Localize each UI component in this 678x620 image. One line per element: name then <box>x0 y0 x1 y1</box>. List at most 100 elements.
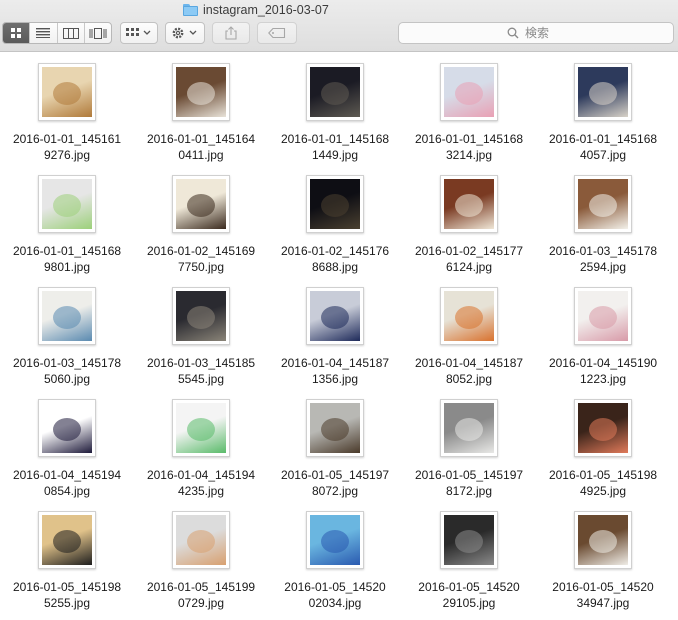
coverflow-view-button[interactable] <box>85 23 111 43</box>
file-name: 2016-01-04_145194 4235.jpg <box>134 467 268 499</box>
thumbnail-photo <box>310 403 360 453</box>
file-name-line-2: 1449.jpg <box>311 148 359 162</box>
image-thumbnail <box>38 399 96 457</box>
file-name-line-1: 2016-01-01_145168 <box>280 132 390 146</box>
file-name-line-2: 4235.jpg <box>177 484 225 498</box>
file-item[interactable]: 2016-01-02_145169 7750.jpg <box>134 166 268 278</box>
file-name: 2016-01-05_14520 02034.jpg <box>268 579 402 611</box>
file-name-line-2: 4057.jpg <box>579 148 627 162</box>
edit-tags-button[interactable] <box>257 22 297 44</box>
file-name-line-1: 2016-01-01_145168 <box>12 244 122 258</box>
image-thumbnail <box>172 175 230 233</box>
finder-toolbar: instagram_2016-03-07 <box>0 0 678 52</box>
file-item[interactable]: 2016-01-05_145198 4925.jpg <box>536 390 670 502</box>
file-item[interactable]: 2016-01-03_145185 5545.jpg <box>134 278 268 390</box>
thumbnail-photo <box>310 179 360 229</box>
thumbnail-photo <box>578 291 628 341</box>
thumbnail-photo <box>176 67 226 117</box>
file-name-line-1: 2016-01-04_145194 <box>146 468 256 482</box>
file-name-line-1: 2016-01-05_14520 <box>552 580 654 594</box>
file-name: 2016-01-05_14520 34947.jpg <box>536 579 670 611</box>
file-item[interactable]: 2016-01-01_145168 9801.jpg <box>0 166 134 278</box>
file-item[interactable]: 2016-01-01_145168 1449.jpg <box>268 54 402 166</box>
action-menu-button[interactable] <box>165 22 205 44</box>
file-name: 2016-01-02_145176 8688.jpg <box>268 243 402 275</box>
file-item[interactable]: 2016-01-01_145168 4057.jpg <box>536 54 670 166</box>
file-item[interactable]: 2016-01-01_145164 0411.jpg <box>134 54 268 166</box>
file-name-line-1: 2016-01-05_145198 <box>12 580 122 594</box>
file-item[interactable]: 2016-01-04_145190 1223.jpg <box>536 278 670 390</box>
file-name: 2016-01-02_145177 6124.jpg <box>402 243 536 275</box>
search-field[interactable] <box>398 22 674 44</box>
file-name-line-2: 5255.jpg <box>43 596 91 610</box>
file-name: 2016-01-03_145185 5545.jpg <box>134 355 268 387</box>
file-item[interactable]: 2016-01-03_145178 5060.jpg <box>0 278 134 390</box>
file-item[interactable]: 2016-01-03_145178 2594.jpg <box>536 166 670 278</box>
thumbnail-subject <box>53 530 81 553</box>
image-thumbnail <box>306 399 364 457</box>
group-grid-icon <box>126 28 151 36</box>
file-name-line-1: 2016-01-01_145164 <box>146 132 256 146</box>
file-name-line-2: 0854.jpg <box>43 484 91 498</box>
image-thumbnail <box>172 511 230 569</box>
image-thumbnail <box>306 287 364 345</box>
thumbnail-photo <box>176 291 226 341</box>
thumbnail-photo <box>578 403 628 453</box>
icon-view-button[interactable] <box>3 23 31 43</box>
file-name: 2016-01-05_14520 29105.jpg <box>402 579 536 611</box>
list-view-button[interactable] <box>30 23 58 43</box>
thumbnail-photo <box>444 67 494 117</box>
file-item[interactable]: 2016-01-05_145197 8172.jpg <box>402 390 536 502</box>
group-by-button[interactable] <box>120 22 158 44</box>
file-name-line-1: 2016-01-05_145197 <box>414 468 524 482</box>
image-thumbnail <box>172 399 230 457</box>
file-item[interactable]: 2016-01-01_145161 9276.jpg <box>0 54 134 166</box>
image-thumbnail <box>440 511 498 569</box>
file-item[interactable]: 2016-01-02_145177 6124.jpg <box>402 166 536 278</box>
image-thumbnail <box>172 287 230 345</box>
file-name: 2016-01-01_145168 9801.jpg <box>0 243 134 275</box>
thumbnail-subject <box>589 82 617 105</box>
thumbnail-subject <box>53 418 81 441</box>
file-name-line-2: 9276.jpg <box>43 148 91 162</box>
file-item[interactable]: 2016-01-02_145176 8688.jpg <box>268 166 402 278</box>
file-item[interactable]: 2016-01-01_145168 3214.jpg <box>402 54 536 166</box>
thumbnail-photo <box>42 67 92 117</box>
image-thumbnail <box>172 63 230 121</box>
file-name-line-2: 5060.jpg <box>43 372 91 386</box>
file-item[interactable]: 2016-01-04_145194 0854.jpg <box>0 390 134 502</box>
file-item[interactable]: 2016-01-04_145187 1356.jpg <box>268 278 402 390</box>
thumbnail-subject <box>589 530 617 553</box>
file-item[interactable]: 2016-01-04_145194 4235.jpg <box>134 390 268 502</box>
share-icon <box>225 26 237 40</box>
thumbnail-photo <box>42 291 92 341</box>
file-name-line-2: 02034.jpg <box>308 596 362 610</box>
thumbnail-subject <box>53 82 81 105</box>
file-item[interactable]: 2016-01-05_145197 8072.jpg <box>268 390 402 502</box>
file-item[interactable]: 2016-01-04_145187 8052.jpg <box>402 278 536 390</box>
file-name-line-2: 0411.jpg <box>178 148 224 162</box>
file-item[interactable]: 2016-01-05_14520 29105.jpg <box>402 502 536 614</box>
search-input[interactable] <box>525 26 565 40</box>
image-thumbnail <box>440 63 498 121</box>
image-thumbnail <box>440 287 498 345</box>
coverflow-view-icon <box>89 27 107 39</box>
image-thumbnail <box>574 511 632 569</box>
file-name-line-1: 2016-01-04_145187 <box>280 356 390 370</box>
image-thumbnail <box>574 63 632 121</box>
file-item[interactable]: 2016-01-05_145199 0729.jpg <box>134 502 268 614</box>
file-icon-grid: 2016-01-01_145161 9276.jpg 2016-01-01_1451… <box>0 53 678 620</box>
thumbnail-subject <box>187 530 215 553</box>
file-item[interactable]: 2016-01-05_14520 02034.jpg <box>268 502 402 614</box>
share-button[interactable] <box>212 22 250 44</box>
file-name: 2016-01-02_145169 7750.jpg <box>134 243 268 275</box>
file-item[interactable]: 2016-01-05_14520 34947.jpg <box>536 502 670 614</box>
file-item[interactable]: 2016-01-05_145198 5255.jpg <box>0 502 134 614</box>
file-name-line-1: 2016-01-01_145168 <box>414 132 524 146</box>
thumbnail-photo <box>176 403 226 453</box>
thumbnail-subject <box>321 194 349 217</box>
image-thumbnail <box>38 511 96 569</box>
column-view-button[interactable] <box>58 23 85 43</box>
window-title-text: instagram_2016-03-07 <box>203 3 329 17</box>
file-name: 2016-01-04_145187 8052.jpg <box>402 355 536 387</box>
